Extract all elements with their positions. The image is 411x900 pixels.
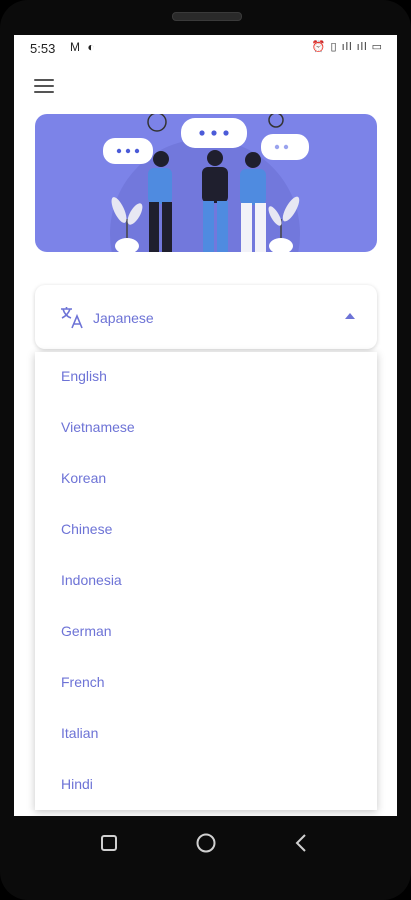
caret-up-icon[interactable]	[345, 313, 355, 319]
app-screen: 5:53 M ◐ ⏰ ▯ ıll ıll ▭ Japanese English …	[14, 35, 397, 816]
system-nav-bar	[0, 816, 411, 900]
speaker-grille	[172, 12, 242, 21]
system-icons: ⏰ ▯ ıll ıll ▭	[311, 41, 383, 53]
dropdown-option-indonesia[interactable]: Indonesia	[35, 556, 377, 607]
dropdown-option-german[interactable]: German	[35, 607, 377, 658]
dropdown-option-hindi[interactable]: Hindi	[35, 760, 377, 811]
status-time: 5:53	[30, 41, 56, 56]
dropdown-option-italian[interactable]: Italian	[35, 709, 377, 760]
chevron-left-icon[interactable]	[294, 833, 308, 853]
dropdown-option-french[interactable]: French	[35, 658, 377, 709]
hamburger-menu-icon[interactable]	[34, 79, 54, 95]
banner-illustration	[35, 114, 377, 252]
dropdown-option-korean[interactable]: Korean	[35, 454, 377, 505]
square-icon[interactable]	[100, 834, 118, 852]
language-dropdown: English Vietnamese Korean Chinese Indone…	[35, 352, 377, 810]
dropdown-option-english[interactable]: English	[35, 352, 377, 403]
language-selector[interactable]: Japanese	[35, 285, 377, 349]
circle-icon[interactable]	[195, 832, 217, 854]
status-bar: 5:53 M ◐ ⏰ ▯ ıll ıll ▭	[14, 35, 397, 63]
dropdown-option-chinese[interactable]: Chinese	[35, 505, 377, 556]
phone-frame: 5:53 M ◐ ⏰ ▯ ıll ıll ▭ Japanese English …	[0, 0, 411, 900]
people-chatting-illustration	[103, 114, 309, 252]
translate-icon	[61, 307, 83, 329]
selected-language: Japanese	[93, 310, 154, 326]
notification-icons: M ◐	[70, 40, 97, 54]
dropdown-option-vietnamese[interactable]: Vietnamese	[35, 403, 377, 454]
